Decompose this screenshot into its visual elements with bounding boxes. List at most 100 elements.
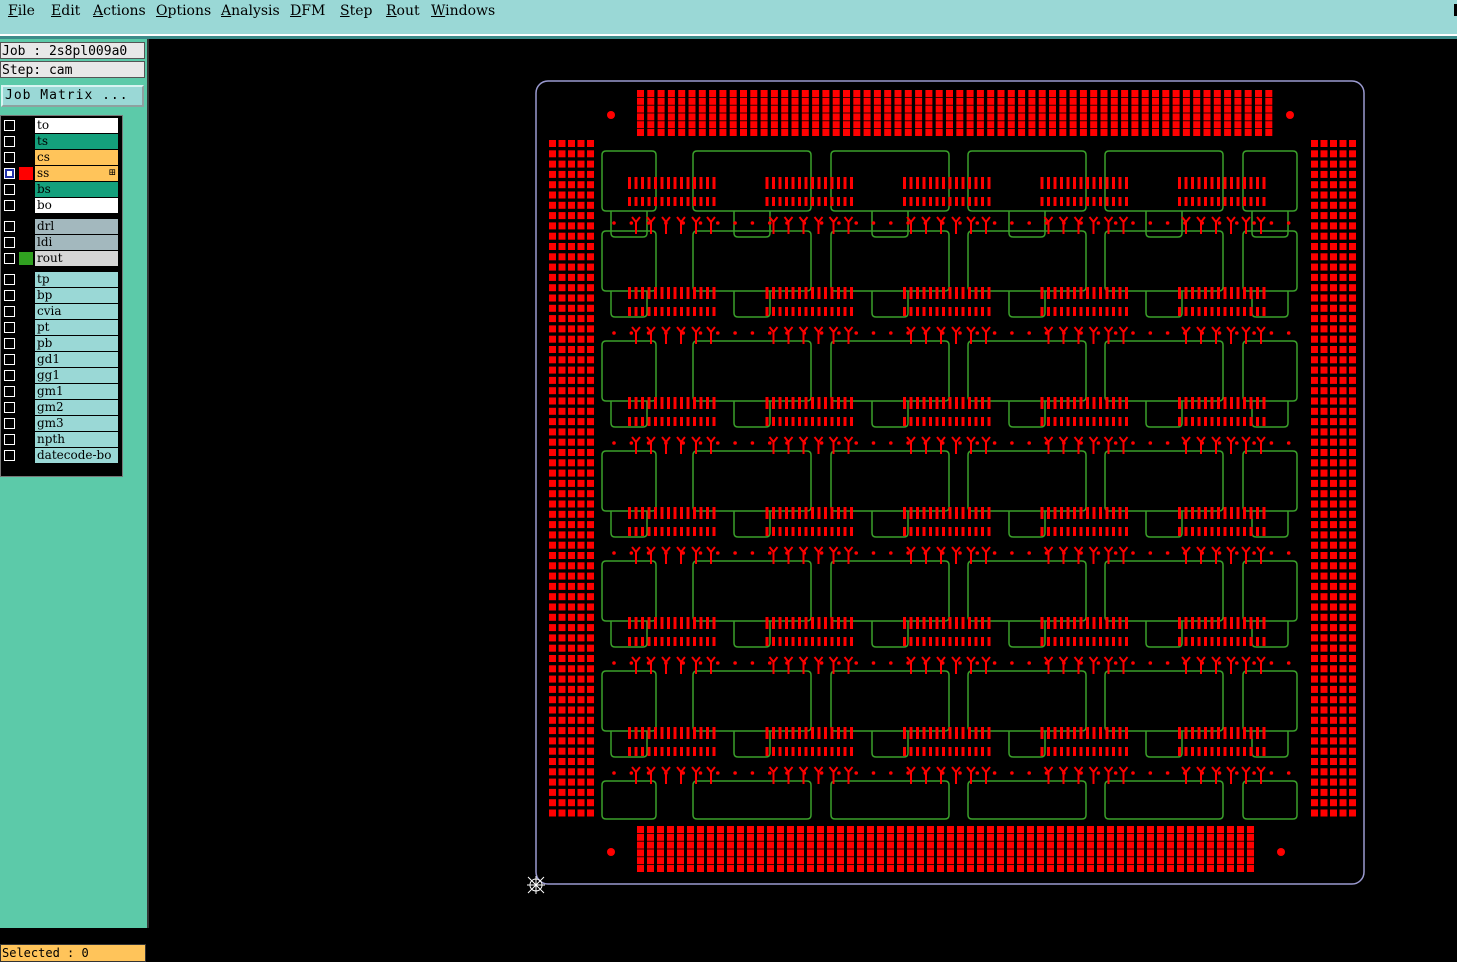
layer-checkbox[interactable] — [4, 450, 15, 461]
layer-name[interactable]: tp — [35, 272, 118, 287]
layer-checkbox[interactable] — [4, 221, 15, 232]
layer-checkbox[interactable] — [4, 120, 15, 131]
layer-checkbox[interactable] — [4, 274, 15, 285]
layer-color-swatch[interactable] — [19, 353, 33, 366]
layer-name[interactable]: cvia — [35, 304, 118, 319]
layer-name[interactable]: gd1 — [35, 352, 118, 367]
layer-checkbox[interactable] — [4, 370, 15, 381]
layer-name[interactable]: npth — [35, 432, 118, 447]
layer-checkbox[interactable] — [4, 290, 15, 301]
layer-checkbox[interactable] — [4, 418, 15, 429]
layer-name[interactable]: bs — [35, 182, 118, 197]
layer-row-bp[interactable]: bp — [1, 288, 120, 303]
layer-name[interactable]: bp — [35, 288, 118, 303]
component-pads — [612, 177, 1291, 784]
layer-color-swatch[interactable] — [19, 337, 33, 350]
layer-color-swatch[interactable] — [19, 151, 33, 164]
layer-name[interactable]: pt — [35, 320, 118, 335]
layer-color-swatch[interactable] — [19, 449, 33, 462]
layer-color-swatch[interactable] — [19, 289, 33, 302]
layer-row-datecode-bo[interactable]: datecode-bo — [1, 448, 120, 463]
layer-name[interactable]: pb — [35, 336, 118, 351]
layer-checkbox[interactable] — [4, 386, 15, 397]
layer-checkbox[interactable] — [4, 354, 15, 365]
layer-row-to[interactable]: to — [1, 118, 120, 133]
layer-name[interactable]: to — [35, 118, 118, 133]
menu-options[interactable]: Options — [156, 2, 211, 20]
layer-row-pt[interactable]: pt — [1, 320, 120, 335]
job-matrix-button[interactable]: Job Matrix ... — [1, 85, 144, 107]
layer-row-gd1[interactable]: gd1 — [1, 352, 120, 367]
layer-checkbox[interactable] — [4, 402, 15, 413]
menu-dfm[interactable]: DFM — [290, 2, 325, 20]
layer-checkbox[interactable] — [4, 200, 15, 211]
layer-checkbox[interactable] — [4, 338, 15, 349]
menu-rout[interactable]: Rout — [386, 2, 420, 20]
layer-color-swatch[interactable] — [19, 369, 33, 382]
layer-name[interactable]: datecode-bo — [35, 448, 118, 463]
layer-row-ldi[interactable]: ldi — [1, 235, 120, 250]
layer-checkbox[interactable] — [4, 152, 15, 163]
layer-name[interactable]: ldi — [35, 235, 118, 250]
layer-name[interactable]: bo — [35, 198, 118, 213]
layer-row-bs[interactable]: bs — [1, 182, 120, 197]
layer-name[interactable]: ss ⊞ — [35, 166, 118, 181]
layer-color-swatch[interactable] — [19, 417, 33, 430]
layer-color-swatch[interactable] — [19, 135, 33, 148]
layer-row-npth[interactable]: npth — [1, 432, 120, 447]
layer-checkbox[interactable] — [4, 434, 15, 445]
layer-color-swatch[interactable] — [19, 183, 33, 196]
layer-row-drl[interactable]: drl — [1, 219, 120, 234]
layer-color-swatch[interactable] — [19, 252, 33, 265]
layer-row-gm1[interactable]: gm1 — [1, 384, 120, 399]
layer-row-cs[interactable]: cs — [1, 150, 120, 165]
layer-checkbox[interactable] — [4, 168, 15, 179]
layer-name[interactable]: rout — [35, 251, 118, 266]
layer-color-swatch[interactable] — [19, 220, 33, 233]
layer-row-tp[interactable]: tp — [1, 272, 120, 287]
layer-name[interactable]: drl — [35, 219, 118, 234]
layer-row-cvia[interactable]: cvia — [1, 304, 120, 319]
layer-checkbox[interactable] — [4, 237, 15, 248]
layer-checkbox[interactable] — [4, 184, 15, 195]
layer-color-swatch[interactable] — [19, 385, 33, 398]
layer-row-rout[interactable]: rout — [1, 251, 120, 266]
layer-name[interactable]: gm1 — [35, 384, 118, 399]
layer-color-swatch[interactable] — [19, 273, 33, 286]
layer-checkbox[interactable] — [4, 136, 15, 147]
menu-edit[interactable]: Edit — [51, 2, 80, 20]
menu-step[interactable]: Step — [340, 2, 372, 20]
layer-row-bo[interactable]: bo — [1, 198, 120, 213]
layer-color-swatch[interactable] — [19, 401, 33, 414]
layer-row-gg1[interactable]: gg1 — [1, 368, 120, 383]
layer-name[interactable]: cs — [35, 150, 118, 165]
graphics-area[interactable] — [150, 39, 1457, 928]
layer-row-pb[interactable]: pb — [1, 336, 120, 351]
layer-name[interactable]: ts — [35, 134, 118, 149]
fiducial — [607, 848, 615, 856]
menu-actions[interactable]: Actions — [93, 2, 146, 20]
layer-color-swatch[interactable] — [19, 305, 33, 318]
layer-row-gm2[interactable]: gm2 — [1, 400, 120, 415]
layer-row-ss[interactable]: ss ⊞ — [1, 166, 120, 181]
menu-file[interactable]: File — [8, 2, 35, 20]
layer-color-swatch[interactable] — [19, 167, 33, 180]
step-name: Step: cam — [0, 61, 145, 78]
layer-color-swatch[interactable] — [19, 321, 33, 334]
layer-color-swatch[interactable] — [19, 199, 33, 212]
layer-checkbox[interactable] — [4, 253, 15, 264]
layer-row-gm3[interactable]: gm3 — [1, 416, 120, 431]
layer-name[interactable]: gm2 — [35, 400, 118, 415]
layer-checkbox[interactable] — [4, 306, 15, 317]
layer-panel: Job : 2s8pl009a0 Step: cam Job Matrix ..… — [0, 39, 149, 962]
menu-windows[interactable]: Windows — [431, 2, 495, 20]
selected-count: Selected : 0 — [0, 944, 146, 962]
menu-analysis[interactable]: Analysis — [221, 2, 280, 20]
layer-name[interactable]: gg1 — [35, 368, 118, 383]
layer-color-swatch[interactable] — [19, 236, 33, 249]
layer-color-swatch[interactable] — [19, 433, 33, 446]
layer-checkbox[interactable] — [4, 322, 15, 333]
layer-name[interactable]: gm3 — [35, 416, 118, 431]
layer-row-ts[interactable]: ts — [1, 134, 120, 149]
layer-color-swatch[interactable] — [19, 119, 33, 132]
